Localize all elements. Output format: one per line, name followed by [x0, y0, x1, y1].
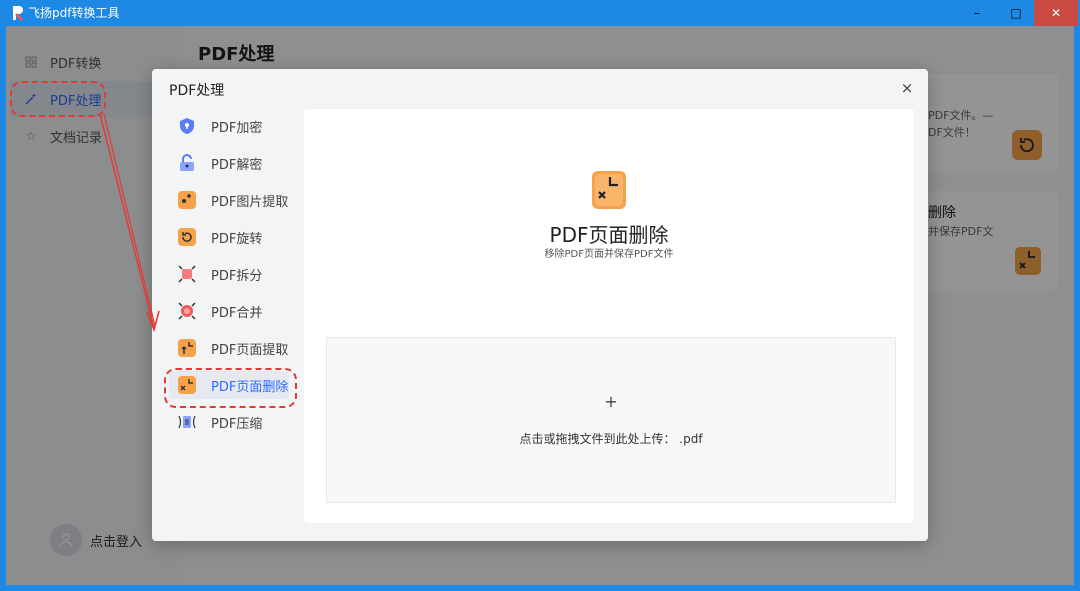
feature-title: PDF页面删除 [549, 223, 669, 247]
feature-content-panel: PDF页面删除 移除PDF页面并保存PDF文件 + 点击或拖拽文件到此处上传： … [304, 109, 914, 523]
menu-item-pdf-image-extract[interactable]: PDF图片提取 [169, 186, 289, 214]
close-window-button[interactable]: ✕ [1034, 0, 1078, 26]
feature-subtitle: 移除PDF页面并保存PDF文件 [544, 249, 674, 260]
page-delete-icon [592, 171, 626, 209]
maximize-button[interactable]: □ [994, 0, 1038, 26]
menu-item-pdf-page-extract[interactable]: PDF页面提取 [169, 334, 289, 362]
dropzone-hint: 点击或拖拽文件到此处上传： .pdf [519, 432, 703, 446]
file-dropzone[interactable]: + 点击或拖拽文件到此处上传： .pdf [326, 337, 896, 503]
window-title: 飞扬pdf转换工具 [28, 6, 120, 20]
menu-item-pdf-page-delete[interactable]: PDF页面删除 [169, 371, 289, 399]
pdf-process-dialog: PDF处理 × PDF加密 PDF解密 PDF图片提取 PDF旋转 PDF拆分 … [152, 69, 928, 541]
title-bar: 飞扬pdf转换工具 – □ ✕ [0, 0, 1080, 26]
merge-icon [177, 301, 197, 321]
unlock-icon [177, 153, 197, 173]
menu-item-label: PDF页面删除 [211, 379, 289, 395]
menu-item-pdf-split[interactable]: PDF拆分 [169, 260, 289, 288]
compress-icon [177, 412, 197, 432]
menu-item-label: PDF解密 [211, 157, 263, 173]
minimize-button[interactable]: – [955, 0, 999, 26]
menu-item-pdf-compress[interactable]: PDF压缩 [169, 408, 289, 436]
dialog-close-button[interactable]: × [898, 79, 916, 97]
menu-item-label: PDF压缩 [211, 416, 263, 432]
menu-item-label: PDF合并 [211, 305, 263, 321]
shield-lock-icon [177, 116, 197, 136]
page-delete-icon [177, 375, 197, 395]
menu-item-label: PDF图片提取 [211, 194, 289, 210]
image-extract-icon [177, 190, 197, 210]
menu-item-pdf-rotate[interactable]: PDF旋转 [169, 223, 289, 251]
menu-item-label: PDF加密 [211, 120, 263, 136]
dialog-title: PDF处理 [169, 83, 225, 99]
app-logo-icon [13, 6, 23, 21]
menu-item-pdf-decrypt[interactable]: PDF解密 [169, 149, 289, 177]
page-extract-icon [177, 338, 197, 358]
menu-item-pdf-merge[interactable]: PDF合并 [169, 297, 289, 325]
menu-item-label: PDF旋转 [211, 231, 263, 247]
app-window: 飞扬pdf转换工具 – □ ✕ PDF转换 PDF处理 ☆ 文档记录 点击登入 … [0, 0, 1080, 591]
plus-icon: + [604, 392, 618, 411]
split-icon [177, 264, 197, 284]
rotate-icon [177, 227, 197, 247]
menu-item-label: PDF拆分 [211, 268, 263, 284]
menu-item-label: PDF页面提取 [211, 342, 289, 358]
menu-item-pdf-encrypt[interactable]: PDF加密 [169, 112, 289, 140]
